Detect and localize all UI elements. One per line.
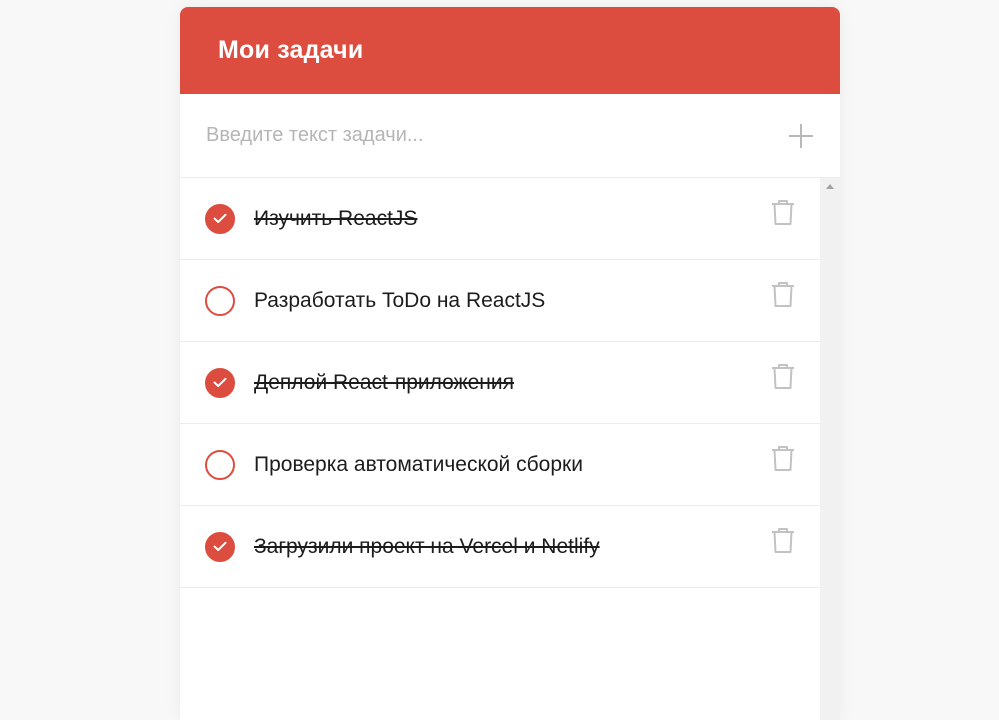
task-list: Изучить ReactJS Разработать ToDo на Reac… <box>180 178 820 588</box>
task-item: Загрузили проект на Vercel и Netlify <box>180 506 820 588</box>
check-circle-icon[interactable] <box>205 203 235 234</box>
scroll-up-arrow-icon[interactable] <box>826 184 834 189</box>
task-item: Проверка автоматической сборки <box>180 424 820 506</box>
add-task-row <box>180 94 840 178</box>
trash-icon[interactable] <box>770 444 796 472</box>
task-item: Деплой React-приложения <box>180 342 820 424</box>
header: Мои задачи <box>180 7 840 94</box>
task-input[interactable] <box>206 124 778 147</box>
plus-icon[interactable] <box>788 123 814 149</box>
check-circle-icon[interactable] <box>205 285 235 316</box>
check-circle-icon[interactable] <box>205 531 235 562</box>
page-title: Мои задачи <box>218 36 364 64</box>
task-text: Загрузили проект на Vercel и Netlify <box>254 534 600 558</box>
trash-icon[interactable] <box>770 526 796 554</box>
task-item: Разработать ToDo на ReactJS <box>180 260 820 342</box>
check-circle-icon[interactable] <box>205 367 235 398</box>
task-text: Разработать ToDo на ReactJS <box>254 288 546 312</box>
task-text: Проверка автоматической сборки <box>254 452 583 476</box>
trash-icon[interactable] <box>770 362 796 390</box>
check-circle-icon[interactable] <box>205 449 235 480</box>
todo-card: Мои задачи Изучить ReactJS Разработать T… <box>180 7 840 720</box>
trash-icon[interactable] <box>770 198 796 226</box>
task-item: Изучить ReactJS <box>180 178 820 260</box>
task-text: Изучить ReactJS <box>254 206 418 230</box>
task-text: Деплой React-приложения <box>254 370 514 394</box>
scrollbar[interactable] <box>820 178 840 720</box>
trash-icon[interactable] <box>770 280 796 308</box>
task-list-container: Изучить ReactJS Разработать ToDo на Reac… <box>180 178 840 720</box>
